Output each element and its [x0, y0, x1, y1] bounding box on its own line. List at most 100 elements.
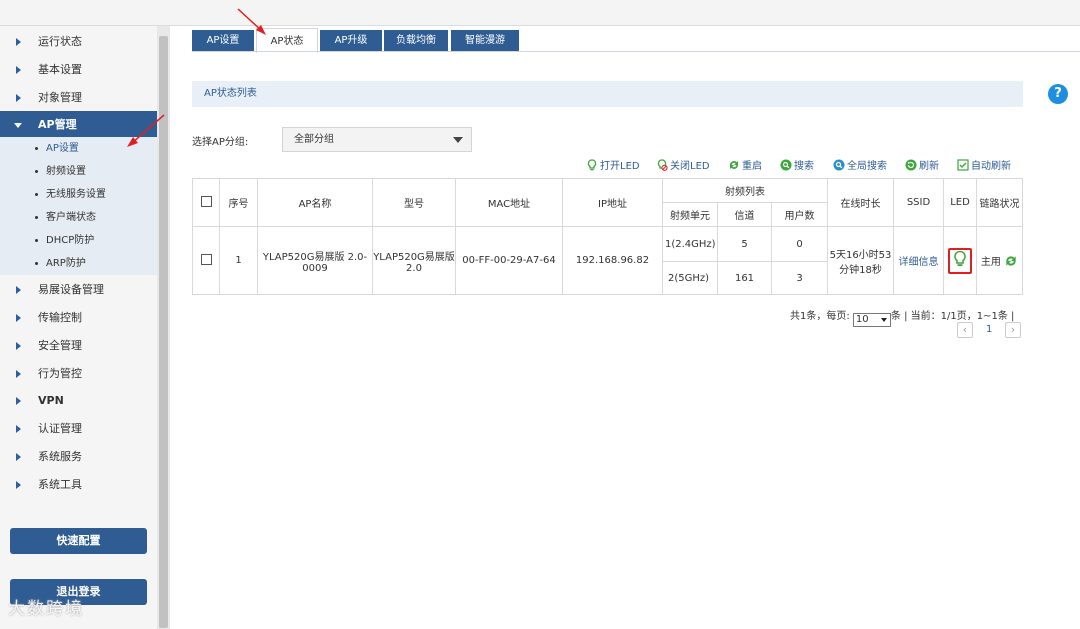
- row-select-cell[interactable]: [192, 226, 220, 295]
- page-size-select[interactable]: 10: [852, 313, 891, 327]
- bulb-icon: [586, 159, 598, 171]
- nav-item-easy-extend[interactable]: 易展设备管理: [0, 276, 157, 304]
- link-status-text: 主用: [980, 257, 1001, 268]
- sub-item-rf-settings[interactable]: 射频设置: [0, 160, 157, 183]
- select-all-checkbox[interactable]: [200, 195, 212, 207]
- next-page-button[interactable]: ›: [1005, 322, 1021, 338]
- col-link-status: 链路状况: [976, 178, 1023, 227]
- col-ip: IP地址: [562, 178, 663, 227]
- nav-item-authentication[interactable]: 认证管理: [0, 415, 157, 443]
- search-icon: [780, 159, 792, 171]
- row-mac: 00-FF-00-29-A7-64: [455, 226, 563, 295]
- tab-ap-settings[interactable]: AP设置: [192, 30, 254, 52]
- row-ip: 192.168.96.82: [562, 226, 663, 295]
- rf-users-cell: 0: [771, 226, 828, 262]
- row-checkbox[interactable]: [200, 253, 212, 265]
- bullet-icon: [35, 193, 38, 196]
- sub-item-ap-settings[interactable]: AP设置: [0, 137, 157, 160]
- nav-item-status[interactable]: 运行状态: [0, 28, 157, 56]
- chevron-right-icon: [16, 453, 21, 461]
- scrollbar-thumb[interactable]: [159, 36, 168, 628]
- global-search-button[interactable]: 全局搜索: [833, 159, 887, 175]
- tab-load-balance[interactable]: 负载均衡: [384, 30, 448, 52]
- chevron-right-icon: [16, 425, 21, 433]
- section-title: AP状态列表: [192, 81, 1023, 107]
- bullet-icon: [35, 216, 38, 219]
- chevron-right-icon: [16, 38, 21, 46]
- col-led: LED: [943, 178, 977, 227]
- col-seq: 序号: [219, 178, 258, 227]
- rf-channel-cell: 161: [717, 261, 772, 295]
- sub-item-arp-protection[interactable]: ARP防护: [0, 252, 157, 275]
- led-toggle[interactable]: [948, 247, 972, 274]
- top-bar: [0, 0, 1080, 26]
- group-filter-label: 选择AP分组:: [192, 137, 249, 148]
- watermark: 大数跨境: [8, 599, 84, 619]
- nav-item-basic-settings[interactable]: 基本设置: [0, 56, 157, 84]
- group-select-value: 全部分组: [294, 134, 334, 145]
- chevron-right-icon: [16, 94, 21, 102]
- nav-item-system-tools[interactable]: 系统工具: [0, 471, 157, 499]
- chevron-right-icon: [16, 342, 21, 350]
- chevron-right-icon: [16, 481, 21, 489]
- restart-button[interactable]: 重启: [728, 159, 762, 175]
- tab-divider: [192, 51, 1080, 52]
- chevron-right-icon: [16, 370, 21, 378]
- bullet-icon: [35, 239, 38, 242]
- chevron-right-icon: [16, 314, 21, 322]
- col-uptime: 在线时长: [827, 178, 894, 227]
- led-off-button[interactable]: 关闭LED: [656, 159, 710, 175]
- nav-item-behavior-control[interactable]: 行为管控: [0, 360, 157, 388]
- nav-item-security[interactable]: 安全管理: [0, 332, 157, 360]
- rf-channel-cell: 5: [717, 226, 772, 262]
- nav-item-object-management[interactable]: 对象管理: [0, 84, 157, 112]
- chevron-down-icon: [14, 123, 22, 128]
- nav-item-system-services[interactable]: 系统服务: [0, 443, 157, 471]
- bulb-off-icon: [656, 159, 668, 171]
- checkbox-checked-icon: [957, 159, 969, 171]
- row-uptime: 5天16小时53分钟18秒: [827, 226, 894, 295]
- sub-item-dhcp-protection[interactable]: DHCP防护: [0, 229, 157, 252]
- row-link-cell: 主用: [976, 226, 1023, 295]
- col-ssid: SSID: [893, 178, 944, 227]
- rf-unit-cell: 2(5GHz): [662, 261, 718, 295]
- sub-item-wireless-service[interactable]: 无线服务设置: [0, 183, 157, 206]
- tab-ap-upgrade[interactable]: AP升级: [320, 30, 382, 52]
- prev-page-button[interactable]: ‹: [957, 322, 973, 338]
- row-ap-name: YLAP520G易展版 2.0-0009: [257, 226, 373, 295]
- page-number[interactable]: 1: [986, 324, 992, 335]
- table-header-row: 序号 AP名称 型号 MAC地址 IP地址 射频列表 在线时长 SSID LED…: [192, 178, 1023, 227]
- tab-smart-roaming[interactable]: 智能漫游: [451, 30, 519, 52]
- sidebar-scrollbar[interactable]: [157, 26, 170, 629]
- quick-config-button[interactable]: 快速配置: [10, 528, 147, 554]
- pager-summary: 条 | 当前：1/1页，1~1条 |: [890, 311, 1015, 322]
- chevron-right-icon: [16, 286, 21, 294]
- select-all-cell[interactable]: [192, 178, 220, 227]
- ssid-details-link[interactable]: 详细信息: [899, 257, 939, 268]
- col-ap-name: AP名称: [257, 178, 373, 227]
- row-model: YLAP520G易展版 2.0: [372, 226, 456, 295]
- help-icon[interactable]: ?: [1048, 84, 1068, 104]
- chevron-down-icon: [453, 137, 463, 143]
- group-select[interactable]: 全部分组: [282, 127, 472, 152]
- ap-management-submenu: AP设置 射频设置 无线服务设置 客户端状态 DHCP防护 ARP防护: [0, 137, 157, 275]
- col-rf-list: 射频列表: [662, 178, 828, 203]
- nav-item-transfer-control[interactable]: 传输控制: [0, 304, 157, 332]
- chevron-right-icon: [16, 66, 21, 74]
- search-button[interactable]: 搜索: [780, 159, 814, 175]
- tab-ap-status[interactable]: AP状态: [256, 28, 318, 53]
- sub-item-client-status[interactable]: 客户端状态: [0, 206, 157, 229]
- refresh-button[interactable]: 刷新: [905, 159, 939, 175]
- ap-status-table: 序号 AP名称 型号 MAC地址 IP地址 射频列表 在线时长 SSID LED…: [192, 178, 1023, 295]
- nav-item-ap-management[interactable]: AP管理: [0, 111, 157, 139]
- restart-icon: [728, 159, 740, 171]
- col-rf-unit: 射频单元: [662, 202, 718, 227]
- rf-users-cell: 3: [771, 261, 828, 295]
- row-led-cell: [943, 226, 977, 295]
- bulb-icon: [954, 250, 966, 266]
- nav-item-vpn[interactable]: VPN: [0, 387, 157, 415]
- auto-refresh-toggle[interactable]: 自动刷新: [957, 159, 1011, 175]
- led-on-button[interactable]: 打开LED: [586, 159, 640, 175]
- col-mac: MAC地址: [455, 178, 563, 227]
- sync-icon[interactable]: [1004, 254, 1018, 268]
